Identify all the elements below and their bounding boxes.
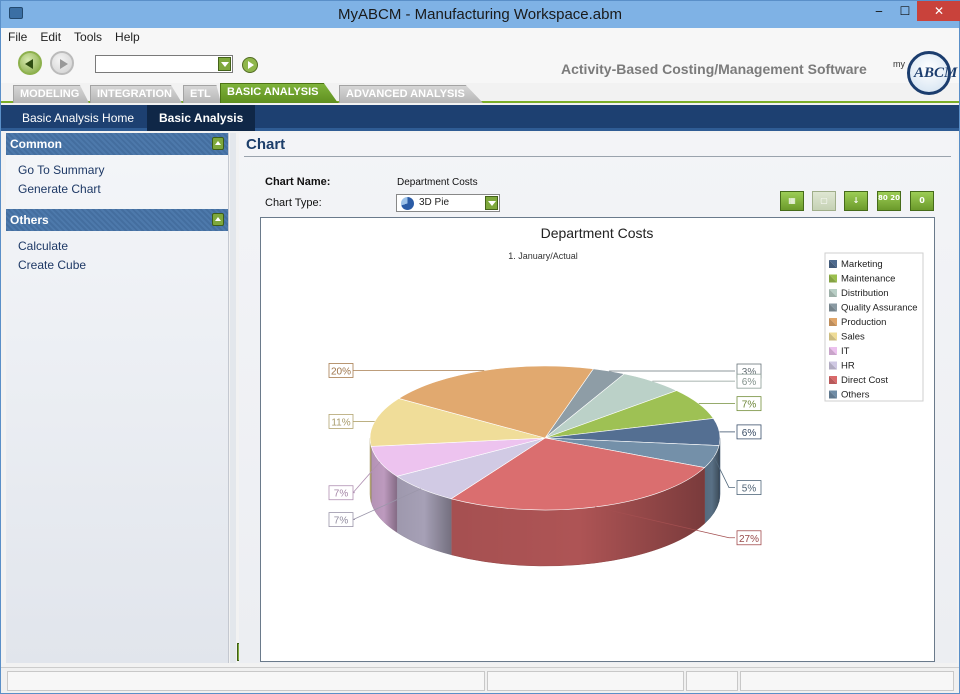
pie-chart-icon (401, 197, 414, 210)
page-title: Chart (246, 136, 286, 153)
value-label: 7% (334, 489, 349, 500)
title-bar: MyABCM - Manufacturing Workspace.abm ‒ ☐… (1, 1, 960, 28)
section-header-common[interactable]: Common (6, 133, 228, 155)
tab-integration[interactable]: INTEGRATION (90, 85, 182, 103)
back-button[interactable] (18, 51, 42, 75)
calculate-link[interactable]: Calculate (18, 237, 228, 256)
arrow-left-icon (25, 59, 33, 69)
toolbar: Activity-Based Costing/Management Softwa… (1, 47, 959, 95)
precision-button[interactable]: 80 20 (877, 191, 901, 211)
menu-tools[interactable]: Tools (67, 28, 108, 44)
tab-modeling[interactable]: MODELING (13, 85, 89, 103)
legend: Marketing Maintenance Distribution Quality … (824, 252, 924, 402)
collapse-icon[interactable] (212, 137, 224, 150)
legend-item: HR (841, 361, 855, 372)
zero-button[interactable]: 0 (910, 191, 934, 211)
menu-edit[interactable]: Edit (33, 28, 67, 44)
data-grid-button[interactable]: ▦ (780, 191, 804, 211)
section-header-others[interactable]: Others (6, 209, 228, 231)
status-section-main (7, 671, 485, 691)
window-title: MyABCM - Manufacturing Workspace.abm (338, 6, 622, 23)
legend-item: Production (841, 317, 886, 328)
value-label: 5% (742, 484, 757, 495)
logo-prefix: my (893, 59, 905, 69)
value-label: 11% (331, 417, 350, 428)
chevron-down-icon[interactable] (218, 57, 231, 71)
sub-navigation: Basic Analysis Home Basic Analysis (1, 105, 959, 131)
chart-subtitle: 1. January/Actual (508, 251, 578, 261)
tab-basic-analysis[interactable]: BASIC ANALYSIS (220, 83, 338, 103)
close-button[interactable]: ✕ (917, 1, 960, 21)
legend-item: Maintenance (841, 274, 895, 285)
chevron-down-icon[interactable] (485, 196, 498, 210)
product-tagline: Activity-Based Costing/Management Softwa… (561, 61, 867, 77)
status-section-2 (487, 671, 684, 691)
legend-item: Sales (841, 332, 865, 343)
section-others: Calculate Create Cube (6, 231, 228, 285)
arrow-right-icon (60, 59, 68, 69)
minimize-button[interactable]: ‒ (865, 1, 893, 21)
subtab-basic-analysis[interactable]: Basic Analysis (147, 105, 256, 131)
value-label: 7% (334, 516, 349, 527)
sort-button[interactable]: ↓ (844, 191, 868, 211)
status-bar (1, 667, 959, 693)
legend-item: Direct Cost (841, 375, 888, 386)
chart-type-label: Chart Type: (265, 197, 322, 209)
go-button[interactable] (242, 57, 258, 73)
legend-item: IT (841, 346, 850, 357)
value-label: 27% (739, 534, 759, 545)
chart-title: Department Costs (541, 225, 654, 241)
module-tabs: MODELING INTEGRATION ETL BASIC ANALYSIS … (1, 83, 959, 103)
pie-chart: Department Costs 1. January/Actual 3%6%7… (328, 225, 924, 567)
status-section-4 (740, 671, 954, 691)
chart-type-select[interactable]: 3D Pie (396, 194, 500, 212)
subtab-basic-analysis-home[interactable]: Basic Analysis Home (10, 105, 146, 131)
tab-etl[interactable]: ETL (183, 85, 221, 103)
tab-advanced-analysis[interactable]: ADVANCED ANALYSIS (339, 85, 483, 103)
app-window: MyABCM - Manufacturing Workspace.abm ‒ ☐… (0, 0, 960, 694)
go-to-summary-link[interactable]: Go To Summary (18, 161, 228, 180)
legend-item: Distribution (841, 288, 889, 299)
menu-help[interactable]: Help (108, 28, 146, 44)
value-label: 20% (331, 366, 351, 377)
menu-bar: File Edit Tools Help (1, 28, 959, 47)
chart-area: Department Costs 1. January/Actual 3% 6% 7… (260, 217, 935, 662)
legend-item: Quality Assurance (841, 303, 918, 314)
legend-item: Marketing (841, 259, 883, 270)
value-label: 7% (742, 400, 757, 411)
value-label: 6% (742, 428, 757, 439)
chart-name-label: Chart Name: (265, 176, 331, 188)
title-divider (244, 156, 951, 157)
pie-side-shade (370, 438, 372, 503)
navigation-combo[interactable] (95, 55, 233, 73)
panel-splitter[interactable] (230, 133, 236, 663)
legend-item: Others (841, 390, 870, 401)
sidebar: Common Go To Summary Generate Chart Othe… (6, 133, 229, 663)
collapse-icon[interactable] (212, 213, 224, 226)
main-panel: Chart Chart Name: Department Costs Chart… (239, 133, 957, 663)
value-label: 6% (742, 377, 757, 388)
generate-chart-link[interactable]: Generate Chart (18, 180, 228, 199)
menu-file[interactable]: File (1, 28, 33, 44)
section-common: Go To Summary Generate Chart (6, 155, 228, 209)
status-section-3 (686, 671, 738, 691)
view-toggle-button[interactable]: ▢ (812, 191, 836, 211)
chart-name-value: Department Costs (397, 177, 478, 188)
pie-slices (369, 365, 721, 567)
maximize-button[interactable]: ☐ (891, 1, 919, 21)
create-cube-link[interactable]: Create Cube (18, 256, 228, 275)
forward-button[interactable] (50, 51, 74, 75)
